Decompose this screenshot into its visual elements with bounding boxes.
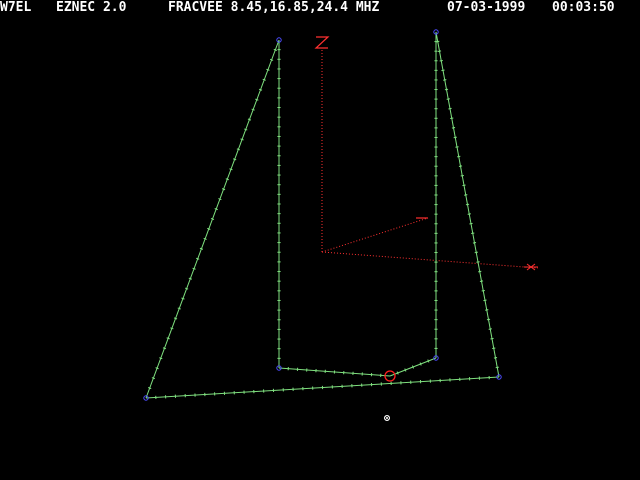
segment-mark	[151, 377, 156, 380]
segment-mark	[458, 165, 463, 167]
segment-mark	[493, 357, 498, 359]
segment-mark	[451, 127, 456, 129]
segment-mark	[492, 347, 496, 350]
segment-mark	[229, 168, 233, 171]
segment-mark	[478, 270, 482, 273]
segment-mark	[460, 174, 464, 177]
segment-mark	[251, 108, 255, 111]
callsign-label: W7EL	[0, 0, 32, 15]
segment-mark	[490, 337, 494, 340]
segment-mark	[462, 184, 466, 187]
segment-mark	[483, 299, 487, 302]
segment-mark	[486, 318, 491, 321]
segment-mark	[455, 146, 459, 148]
segment-mark	[203, 237, 207, 240]
status-bar: W7EL EZNEC 2.0 FRACVEE 8.45,16.85,24.4 M…	[0, 0, 640, 16]
segment-mark	[448, 107, 452, 110]
segment-mark	[181, 297, 185, 300]
segment-mark	[443, 79, 447, 81]
segment-mark	[441, 69, 445, 72]
segment-mark	[485, 309, 489, 311]
segment-mark	[196, 257, 200, 260]
antenna-view	[143, 29, 539, 421]
segment-mark	[232, 158, 237, 161]
segment-mark	[255, 98, 259, 101]
segment-mark	[273, 48, 277, 51]
segment-mark	[444, 88, 449, 91]
segment-mark	[474, 251, 478, 254]
time-label: 00:03:50	[552, 0, 615, 15]
segment-mark	[464, 194, 468, 196]
segment-mark	[173, 317, 178, 320]
segment-mark	[479, 280, 484, 282]
segment-mark	[472, 242, 477, 244]
segment-mark	[450, 117, 454, 120]
segment-mark	[166, 337, 170, 340]
segment-mark	[488, 328, 492, 330]
segment-mark	[439, 59, 443, 62]
segment-mark	[177, 307, 181, 310]
segment-mark	[188, 277, 193, 280]
segment-mark	[467, 213, 471, 215]
segment-mark	[162, 347, 167, 350]
segment-mark	[207, 227, 211, 230]
segment-mark	[210, 217, 215, 221]
segment-mark	[170, 327, 174, 330]
segment-mark	[419, 362, 422, 366]
segment-mark	[476, 261, 480, 263]
segment-mark	[481, 289, 485, 292]
segment-mark	[495, 366, 499, 369]
segment-mark	[184, 287, 189, 290]
coordinate-axes	[314, 36, 539, 271]
segment-mark	[218, 198, 222, 201]
segment-mark	[471, 232, 475, 235]
segment-mark	[225, 178, 229, 181]
z-axis-glyph	[314, 36, 330, 49]
segment-mark	[269, 58, 274, 61]
segment-mark	[453, 136, 457, 139]
segment-mark	[247, 118, 252, 121]
ground-marker-icon	[384, 415, 390, 421]
segment-mark	[436, 40, 440, 43]
x-axis	[321, 251, 539, 269]
segment-mark	[148, 387, 152, 390]
segment-mark	[192, 267, 196, 270]
segment-mark	[465, 203, 470, 206]
program-title: EZNEC 2.0	[56, 0, 127, 15]
date-label: 07-03-1999	[447, 0, 526, 15]
segment-mark	[240, 138, 244, 141]
segment-mark	[155, 367, 159, 370]
segment-mark	[411, 365, 415, 369]
segment-mark	[457, 155, 461, 158]
segment-mark	[244, 128, 248, 131]
y-axis	[321, 217, 429, 253]
segment-mark	[446, 98, 450, 100]
segment-mark	[199, 247, 204, 250]
segment-mark	[221, 188, 226, 191]
segment-mark	[437, 50, 442, 52]
segment-mark	[159, 357, 163, 360]
segment-mark	[258, 88, 263, 91]
segment-mark	[214, 208, 218, 211]
segment-mark	[469, 222, 473, 225]
x-axis-glyph	[524, 263, 538, 271]
segment-mark	[396, 371, 399, 375]
segment-mark	[404, 368, 407, 372]
segment-mark	[427, 359, 430, 363]
segment-mark	[266, 68, 270, 71]
frequency-label: FRACVEE 8.45,16.85,24.4 MHZ	[168, 0, 380, 15]
segment-mark	[236, 148, 241, 151]
segment-mark	[262, 78, 266, 81]
